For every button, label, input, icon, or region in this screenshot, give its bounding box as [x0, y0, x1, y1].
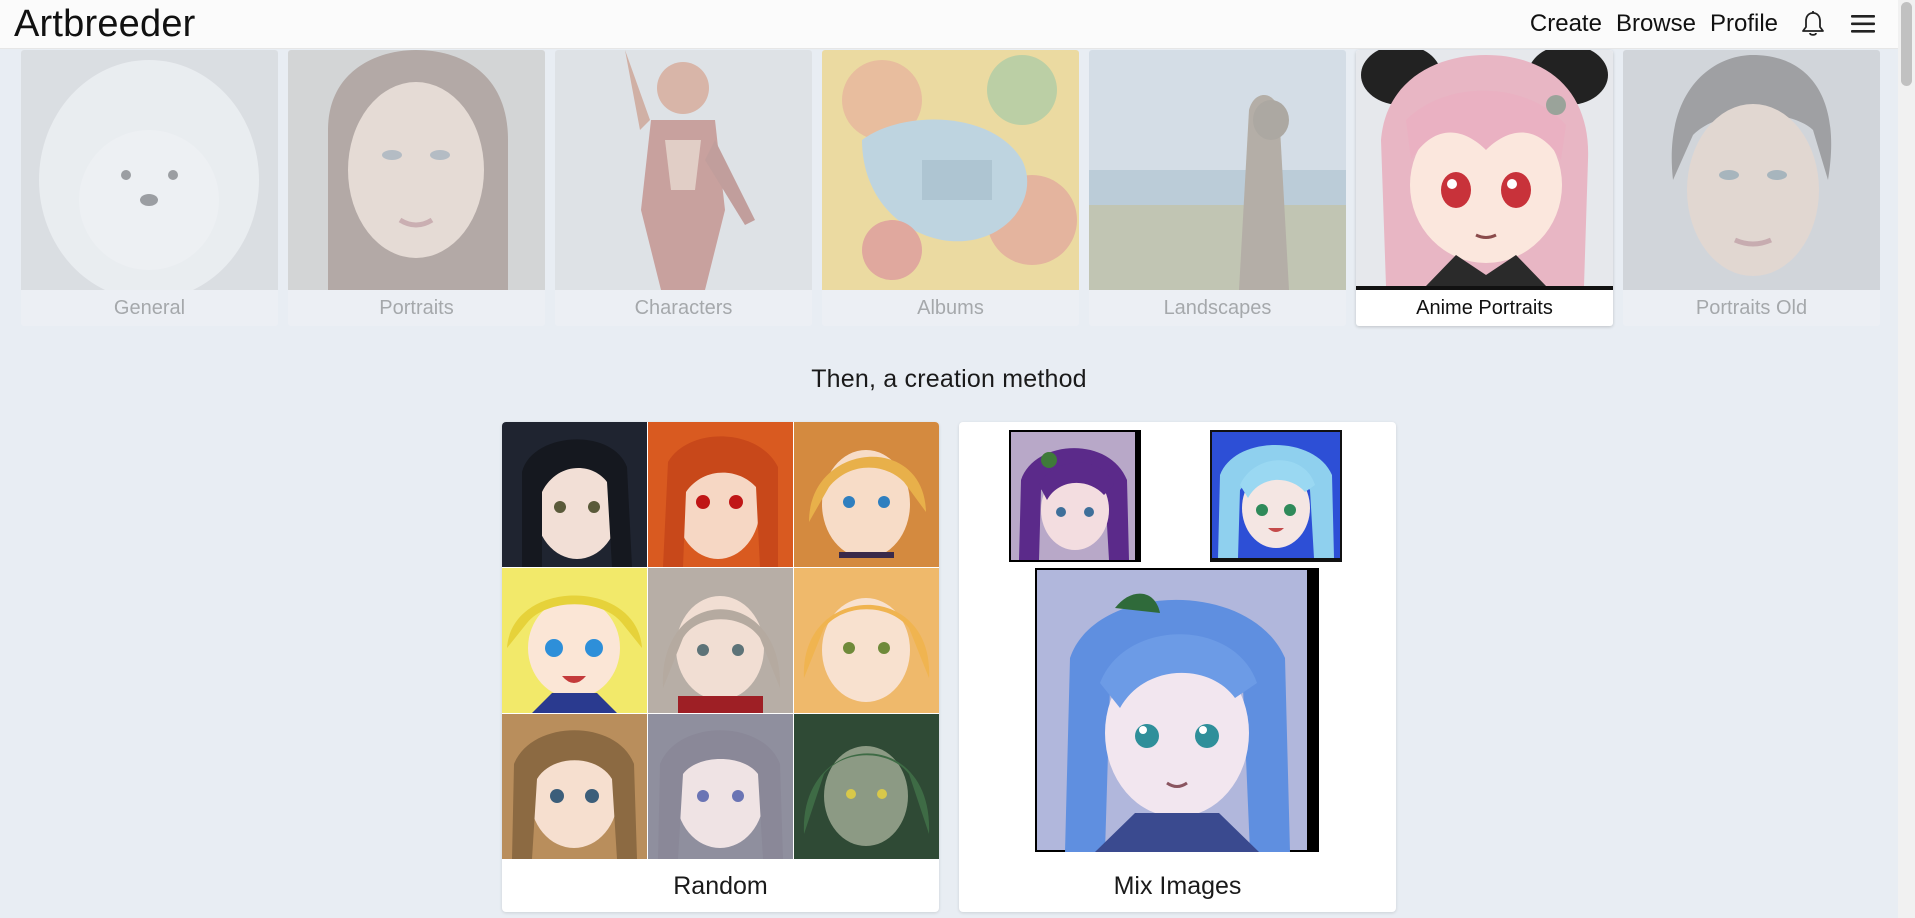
category-image-general	[21, 50, 278, 290]
category-image-albums	[822, 50, 1079, 290]
category-label-portraits-old: Portraits Old	[1695, 297, 1808, 319]
category-label-characters: Characters	[634, 297, 733, 319]
category-card-general[interactable]: General	[21, 50, 278, 326]
creation-method-options: Random Mix Images	[502, 422, 1396, 912]
random-preview-grid	[502, 422, 939, 859]
nav-profile-link[interactable]: Profile	[1710, 10, 1778, 38]
method-card-random[interactable]: Random	[502, 422, 939, 912]
random-preview-image	[794, 714, 939, 859]
category-label-anime-portraits: Anime Portraits	[1416, 297, 1553, 319]
mix-parent-image-1	[1009, 430, 1141, 562]
random-preview-image	[648, 568, 793, 713]
mix-result-image	[1035, 568, 1319, 852]
artbreeder-logo[interactable]: Artbreeder	[0, 3, 196, 46]
bell-icon[interactable]	[1798, 9, 1828, 39]
category-label-portraits: Portraits	[379, 297, 454, 319]
random-preview-image	[502, 714, 647, 859]
hamburger-menu-icon[interactable]	[1848, 9, 1878, 39]
vertical-scrollbar[interactable]	[1898, 0, 1915, 918]
random-preview-image	[648, 714, 793, 859]
nav-browse-link[interactable]: Browse	[1616, 10, 1696, 38]
method-label-mix-images: Mix Images	[1113, 872, 1242, 900]
creation-method-heading: Then, a creation method	[811, 365, 1087, 393]
category-card-portraits-old[interactable]: Portraits Old	[1623, 50, 1880, 326]
random-preview-image	[648, 422, 793, 567]
main-nav: Create Browse Profile	[1530, 9, 1898, 39]
random-preview-image	[502, 422, 647, 567]
category-card-albums[interactable]: Albums	[822, 50, 1079, 326]
random-preview-image	[502, 568, 647, 713]
mix-parent-image-2	[1210, 430, 1342, 562]
category-image-anime-portraits	[1356, 50, 1613, 290]
category-label-general: General	[113, 297, 186, 319]
category-strip: General Portraits Characters Albums Land…	[21, 50, 1880, 326]
category-image-portraits-old	[1623, 50, 1880, 290]
category-card-landscapes[interactable]: Landscapes	[1089, 50, 1346, 326]
random-preview-image	[794, 422, 939, 567]
category-card-anime-portraits[interactable]: Anime Portraits	[1356, 50, 1613, 326]
nav-create-link[interactable]: Create	[1530, 10, 1602, 38]
method-label-random: Random	[673, 872, 768, 900]
method-card-mix-images[interactable]: Mix Images	[959, 422, 1396, 912]
scrollbar-thumb[interactable]	[1901, 2, 1912, 86]
category-label-albums: Albums	[917, 297, 984, 319]
category-image-landscapes	[1089, 50, 1346, 290]
category-image-portraits	[288, 50, 545, 290]
top-navigation-bar: Artbreeder Create Browse Profile	[0, 0, 1898, 49]
category-card-characters[interactable]: Characters	[555, 50, 812, 326]
category-image-characters	[555, 50, 812, 290]
category-label-landscapes: Landscapes	[1163, 297, 1272, 319]
random-preview-image	[794, 568, 939, 713]
category-card-portraits[interactable]: Portraits	[288, 50, 545, 326]
